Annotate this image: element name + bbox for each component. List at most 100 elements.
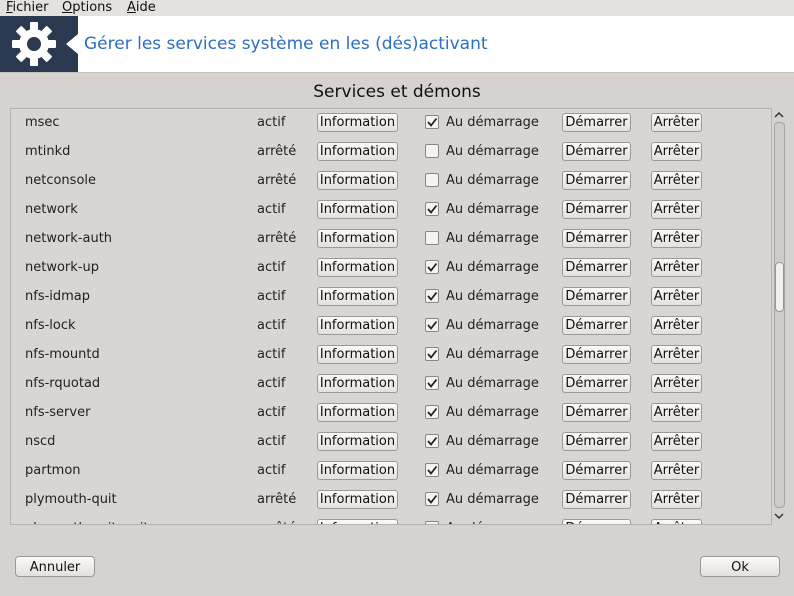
stop-button[interactable]: Arrêter <box>651 316 702 335</box>
header-banner: Gérer les services système en les (dés)a… <box>0 16 794 73</box>
boot-checkbox[interactable] <box>425 434 439 448</box>
menu-aide[interactable]: Aide <box>127 0 156 15</box>
start-button[interactable]: Démarrer <box>562 345 631 364</box>
cancel-button[interactable]: Annuler <box>15 556 95 577</box>
ok-button[interactable]: Ok <box>700 556 780 577</box>
boot-checkbox-label[interactable]: Au démarrage <box>446 173 539 188</box>
start-button[interactable]: Démarrer <box>562 200 631 219</box>
boot-checkbox-label[interactable]: Au démarrage <box>446 318 539 333</box>
boot-checkbox[interactable] <box>425 405 439 419</box>
start-button[interactable]: Démarrer <box>562 229 631 248</box>
stop-button[interactable]: Arrêter <box>651 345 702 364</box>
service-name: network <box>25 202 78 217</box>
boot-checkbox[interactable] <box>425 115 439 129</box>
information-button[interactable]: Information <box>317 113 398 132</box>
service-status: actif <box>257 434 286 449</box>
header-title: Gérer les services système en les (dés)a… <box>84 34 488 54</box>
stop-button[interactable]: Arrêter <box>651 171 702 190</box>
stop-button[interactable]: Arrêter <box>651 142 702 161</box>
boot-checkbox-label[interactable]: Au démarrage <box>446 492 539 507</box>
boot-checkbox[interactable] <box>425 173 439 187</box>
start-button[interactable]: Démarrer <box>562 519 631 524</box>
stop-button[interactable]: Arrêter <box>651 287 702 306</box>
start-button[interactable]: Démarrer <box>562 142 631 161</box>
stop-button[interactable]: Arrêter <box>651 258 702 277</box>
stop-button[interactable]: Arrêter <box>651 519 702 524</box>
menu-options[interactable]: Options <box>62 0 112 15</box>
scrollbar-track[interactable] <box>774 122 785 508</box>
boot-checkbox-label[interactable]: Au démarrage <box>446 202 539 217</box>
information-button[interactable]: Information <box>317 287 398 306</box>
boot-checkbox-label[interactable]: Au démarrage <box>446 405 539 420</box>
start-button[interactable]: Démarrer <box>562 403 631 422</box>
boot-checkbox[interactable] <box>425 289 439 303</box>
boot-checkbox-label[interactable]: Au démarrage <box>446 376 539 391</box>
service-row: nfs-server actif Information Au démarrage Dé… <box>11 399 771 428</box>
service-name: netconsole <box>25 173 97 188</box>
information-button[interactable]: Information <box>317 142 398 161</box>
information-button[interactable]: Information <box>317 345 398 364</box>
stop-button[interactable]: Arrêter <box>651 403 702 422</box>
boot-checkbox-label[interactable]: Au démarrage <box>446 115 539 130</box>
service-status: actif <box>257 376 286 391</box>
boot-checkbox[interactable] <box>425 260 439 274</box>
information-button[interactable]: Information <box>317 432 398 451</box>
start-button[interactable]: Démarrer <box>562 171 631 190</box>
boot-checkbox[interactable] <box>425 521 439 524</box>
start-button[interactable]: Démarrer <box>562 316 631 335</box>
service-status: actif <box>257 347 286 362</box>
start-button[interactable]: Démarrer <box>562 374 631 393</box>
stop-button[interactable]: Arrêter <box>651 432 702 451</box>
boot-checkbox-label[interactable]: Au démarrage <box>446 434 539 449</box>
start-button[interactable]: Démarrer <box>562 461 631 480</box>
boot-checkbox[interactable] <box>425 144 439 158</box>
boot-checkbox[interactable] <box>425 463 439 477</box>
scroll-down-arrow-icon[interactable] <box>773 510 785 522</box>
start-button[interactable]: Démarrer <box>562 113 631 132</box>
boot-checkbox-label[interactable]: Au démarrage <box>446 144 539 159</box>
menu-fichier[interactable]: Fichier <box>6 0 49 15</box>
stop-button[interactable]: Arrêter <box>651 461 702 480</box>
boot-checkbox[interactable] <box>425 202 439 216</box>
stop-button[interactable]: Arrêter <box>651 113 702 132</box>
service-row: nfs-idmap actif Information Au démarrage Dém… <box>11 283 771 312</box>
boot-checkbox-label[interactable]: Au démarrage <box>446 521 539 524</box>
stop-button[interactable]: Arrêter <box>651 374 702 393</box>
scrollbar-thumb[interactable] <box>775 262 784 312</box>
stop-button[interactable]: Arrêter <box>651 200 702 219</box>
stop-button[interactable]: Arrêter <box>651 490 702 509</box>
information-button[interactable]: Information <box>317 200 398 219</box>
boot-checkbox-label[interactable]: Au démarrage <box>446 289 539 304</box>
information-button[interactable]: Information <box>317 171 398 190</box>
boot-checkbox-label[interactable]: Au démarrage <box>446 260 539 275</box>
boot-checkbox[interactable] <box>425 492 439 506</box>
information-button[interactable]: Information <box>317 229 398 248</box>
boot-checkbox[interactable] <box>425 376 439 390</box>
boot-checkbox-label[interactable]: Au démarrage <box>446 463 539 478</box>
information-button[interactable]: Information <box>317 374 398 393</box>
boot-checkbox[interactable] <box>425 318 439 332</box>
start-button[interactable]: Démarrer <box>562 432 631 451</box>
services-list[interactable]: msec actif Information Au démarrage Démarrer… <box>10 108 772 525</box>
service-name: nfs-mountd <box>25 347 100 362</box>
information-button[interactable]: Information <box>317 316 398 335</box>
information-button[interactable]: Information <box>317 403 398 422</box>
information-button[interactable]: Information <box>317 258 398 277</box>
boot-checkbox-label[interactable]: Au démarrage <box>446 231 539 246</box>
start-button[interactable]: Démarrer <box>562 258 631 277</box>
information-button[interactable]: Information <box>317 461 398 480</box>
boot-checkbox[interactable] <box>425 231 439 245</box>
information-button[interactable]: Information <box>317 519 398 524</box>
vertical-scrollbar[interactable] <box>773 108 785 526</box>
boot-checkbox[interactable] <box>425 347 439 361</box>
service-row: plymouth-quit-wait arrêté Information Au dé… <box>11 515 771 524</box>
information-button[interactable]: Information <box>317 490 398 509</box>
scroll-up-arrow-icon[interactable] <box>773 110 785 120</box>
start-button[interactable]: Démarrer <box>562 287 631 306</box>
service-status: arrêté <box>257 521 296 524</box>
stop-button[interactable]: Arrêter <box>651 229 702 248</box>
header-icon-box <box>0 16 66 72</box>
service-name: nfs-rquotad <box>25 376 101 391</box>
start-button[interactable]: Démarrer <box>562 490 631 509</box>
boot-checkbox-label[interactable]: Au démarrage <box>446 347 539 362</box>
